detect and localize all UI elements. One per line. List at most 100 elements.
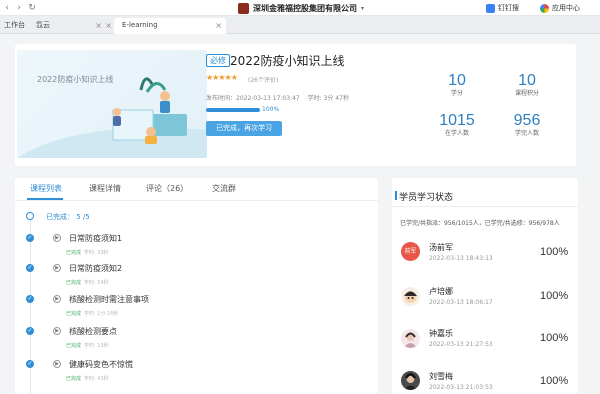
forward-icon[interactable]: › xyxy=(14,3,24,13)
company-switcher[interactable]: 深圳金雅福控股集团有限公司 ▾ xyxy=(238,2,364,14)
tab-comments[interactable]: 评论（26） xyxy=(146,183,188,194)
lesson-status-line: 已完成 学时: 39秒 xyxy=(66,249,109,256)
window-titlebar: ‹ › ↻ 深圳金雅福控股集团有限公司 ▾ 钉钉搜 应用中心 xyxy=(0,0,600,16)
avatar-photo-icon xyxy=(404,373,417,390)
lesson-status-line: 已完成 学时: 1分 16秒 xyxy=(66,310,118,317)
publish-time: 发布时间：2022-03-13 17:03:47 xyxy=(206,95,300,102)
close-icon[interactable]: × xyxy=(105,18,112,33)
tab-label: E-learning xyxy=(122,21,158,29)
avatar xyxy=(401,371,420,390)
restudy-button[interactable]: 已完成，再次学习 xyxy=(206,121,282,136)
check-icon: ✓ xyxy=(26,264,34,272)
check-icon: ✓ xyxy=(26,327,34,335)
lesson-status: 已完成 xyxy=(66,343,82,349)
review-count[interactable]: (26个评价) xyxy=(248,75,278,84)
tab-xenon-label-wrap[interactable]: 氙云 × xyxy=(30,18,112,34)
avatar: 前军 xyxy=(401,242,420,261)
course-title: 2022防疫小知识上线 xyxy=(230,54,345,68)
tab-course-detail[interactable]: 课程详情 xyxy=(89,183,121,194)
check-icon: ✓ xyxy=(26,234,34,242)
app-center[interactable]: 应用中心 xyxy=(540,3,580,13)
lesson-status-line: 已完成 学时: 43秒 xyxy=(66,375,109,382)
stat-label: 学分 xyxy=(450,90,463,97)
learner-time: 2022-03-13 18:06:17 xyxy=(429,299,493,306)
avatar-photo-icon xyxy=(404,332,417,348)
lesson-status: 已完成 xyxy=(66,311,82,317)
lesson-title: 日常防疫须知2 xyxy=(69,264,123,273)
tab-elearning[interactable]: E-learning × xyxy=(114,18,226,34)
learner-name: 汤前军 xyxy=(429,243,453,252)
lesson-time: 学时: 54秒 xyxy=(84,280,109,286)
play-icon: ▶ xyxy=(53,327,61,335)
dingtalk-search[interactable]: 钉钉搜 xyxy=(486,3,519,13)
lesson-status: 已完成 xyxy=(66,250,82,256)
required-badge: 必修 xyxy=(206,54,230,67)
check-icon: ✓ xyxy=(26,360,34,368)
lesson-time: 学时: 13秒 xyxy=(84,343,109,349)
lesson-title: 核酸检测要点 xyxy=(69,327,117,336)
tab-course-list[interactable]: 课程列表 xyxy=(30,183,62,194)
lesson-time: 学时: 39秒 xyxy=(84,250,109,256)
progress-percent: 100% xyxy=(262,106,280,113)
app-center-label: 应用中心 xyxy=(552,4,580,12)
tabs-divider xyxy=(15,200,378,201)
close-icon[interactable]: × xyxy=(215,18,222,33)
learner-time: 2022-03-13 18:43:13 xyxy=(429,255,493,262)
play-icon: ▶ xyxy=(53,295,61,303)
lesson-status-line: 已完成 学时: 54秒 xyxy=(66,279,109,286)
stat-value: 1015 xyxy=(439,112,475,129)
avatar xyxy=(401,329,420,348)
lesson-title: 日常防疫须知1 xyxy=(69,234,123,243)
course-duration: 学时: 3分 47秒 xyxy=(307,95,349,102)
dingtalk-label: 钉钉搜 xyxy=(498,4,519,12)
learner-status-title: 学员学习状态 xyxy=(394,190,453,203)
lesson-status: 已完成 xyxy=(66,280,82,286)
company-logo-icon xyxy=(238,2,249,14)
side-divider xyxy=(392,206,578,207)
stat-label: 课程积分 xyxy=(514,90,539,97)
rating-stars: ★★★★★ xyxy=(206,73,238,82)
lesson-status: 已完成 xyxy=(66,376,82,382)
learner-time: 2022-03-13 21:03:53 xyxy=(429,384,493,391)
back-icon[interactable]: ‹ xyxy=(2,3,12,13)
course-meta: 发布时间：2022-03-13 17:03:47 学时: 3分 47秒 xyxy=(206,93,355,102)
stat-value: 10 xyxy=(518,72,536,89)
stat-credits: 10 学分 xyxy=(427,72,487,98)
progress-bar xyxy=(206,108,260,112)
learner-progress: 100% xyxy=(540,246,569,258)
learner-progress: 100% xyxy=(540,332,569,344)
learner-progress: 100% xyxy=(540,290,569,302)
company-title: 深圳金雅福控股集团有限公司 xyxy=(253,3,357,13)
lesson-title: 健康码变色不惊慌 xyxy=(69,360,133,369)
stat-completed-count: 956 学完人数 xyxy=(497,112,557,138)
avatar xyxy=(401,287,420,306)
completed-summary: 已完成： 5 /5 xyxy=(46,213,90,221)
refresh-icon[interactable]: ↻ xyxy=(27,3,37,13)
learner-status-card xyxy=(392,178,578,394)
lesson-status-line: 已完成 学时: 13秒 xyxy=(66,342,109,349)
tab-label: 氙云 xyxy=(36,21,50,29)
learner-summary: 已学完/共指派：956/1015人，已学完/共选修：956/978人 xyxy=(400,220,560,227)
learner-time: 2022-03-13 21:27:53 xyxy=(429,341,493,348)
chevron-down-icon: ▾ xyxy=(361,4,365,12)
check-icon: ✓ xyxy=(26,295,34,303)
cover-illustration xyxy=(17,77,207,158)
learner-name: 钟嘉乐 xyxy=(429,329,453,338)
learner-name: 刘雪梅 xyxy=(429,372,453,381)
stat-learning-count: 1015 在学人数 xyxy=(427,112,487,138)
timeline-start-dot xyxy=(26,212,34,220)
dingtalk-icon xyxy=(486,3,495,13)
progress-fill xyxy=(206,108,260,112)
course-cover-image: 2022防疫小知识上线 xyxy=(17,50,207,158)
app-center-icon xyxy=(540,3,549,13)
play-icon: ▶ xyxy=(53,360,61,368)
tab-chat-group[interactable]: 交流群 xyxy=(212,183,236,194)
learner-name: 卢培娜 xyxy=(429,287,453,296)
avatar-cartoon-icon xyxy=(404,291,417,303)
lesson-time: 学时: 43秒 xyxy=(84,376,109,382)
stat-label: 在学人数 xyxy=(444,130,469,137)
stat-label: 学完人数 xyxy=(514,130,539,137)
play-icon: ▶ xyxy=(53,264,61,272)
stat-course-points: 10 课程积分 xyxy=(497,72,557,98)
play-icon: ▶ xyxy=(53,234,61,242)
